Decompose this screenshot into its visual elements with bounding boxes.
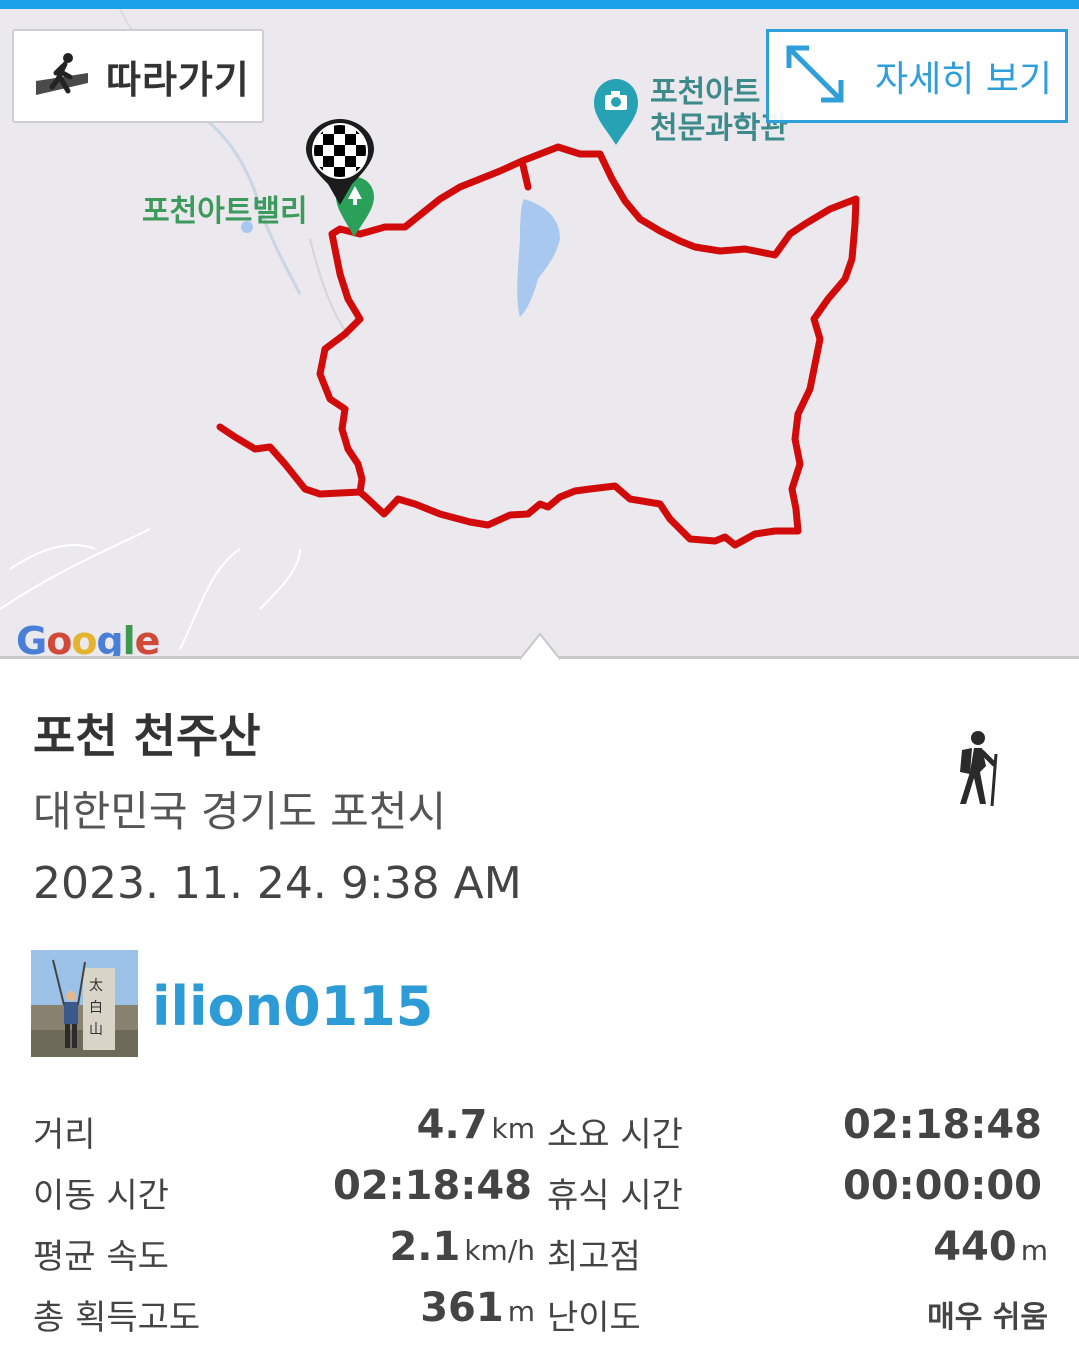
username-link[interactable]: ilion0115 bbox=[152, 975, 433, 1038]
google-logo: Google bbox=[16, 619, 160, 659]
stat-label-difficulty: 난이도 bbox=[547, 1298, 641, 1338]
track-datetime: 2023. 11. 24. 9:38 AM bbox=[33, 858, 522, 909]
top-accent-bar bbox=[0, 0, 1079, 9]
follow-button[interactable]: 따라가기 bbox=[12, 29, 264, 123]
stat-value-distance: 4.7 km bbox=[416, 1102, 535, 1148]
stat-value-total-time: 02:18:48 bbox=[843, 1102, 1042, 1148]
stat-label-avg-speed: 평균 속도 bbox=[33, 1237, 169, 1277]
stat-value-total-ascent: 361 m bbox=[420, 1285, 535, 1331]
stat-value-difficulty: 매우 쉬움 bbox=[927, 1300, 1048, 1335]
stat-value-rest-time: 00:00:00 bbox=[843, 1163, 1042, 1209]
svg-text:白: 白 bbox=[89, 1000, 103, 1016]
stat-value-avg-speed: 2.1 km/h bbox=[389, 1224, 535, 1270]
svg-text:太: 太 bbox=[89, 978, 103, 994]
camera-poi-icon bbox=[594, 79, 638, 145]
hiking-icon bbox=[960, 731, 998, 807]
stat-value-max-elevation: 440 m bbox=[933, 1224, 1048, 1270]
stat-value-moving-time: 02:18:48 bbox=[333, 1163, 532, 1209]
stat-label-max-elevation: 최고점 bbox=[547, 1237, 641, 1277]
lake bbox=[517, 199, 560, 317]
stat-label-rest-time: 휴식 시간 bbox=[547, 1176, 683, 1216]
track-location: 대한민국 경기도 포천시 bbox=[33, 787, 447, 836]
user-photo-icon: 太 白 山 bbox=[31, 950, 138, 1057]
walker-icon bbox=[36, 53, 88, 95]
user-avatar[interactable]: 太 白 山 bbox=[31, 950, 138, 1057]
stat-label-distance: 거리 bbox=[33, 1115, 96, 1155]
svg-text:山: 山 bbox=[89, 1022, 103, 1038]
stat-label-moving-time: 이동 시간 bbox=[33, 1176, 169, 1216]
stat-label-total-ascent: 총 획득고도 bbox=[33, 1298, 201, 1338]
expand-icon bbox=[786, 45, 844, 103]
stat-label-total-time: 소요 시간 bbox=[547, 1115, 683, 1155]
view-details-button[interactable]: 자세히 보기 bbox=[766, 29, 1068, 123]
route-map[interactable]: 포천아트 천문과학관 포천아트밸리 따라가기 자세히 보기 Google bbox=[0, 9, 1079, 659]
park-label: 포천아트밸리 bbox=[142, 194, 308, 229]
track-title: 포천 천주산 bbox=[33, 709, 261, 763]
pointer-notch bbox=[520, 632, 560, 660]
